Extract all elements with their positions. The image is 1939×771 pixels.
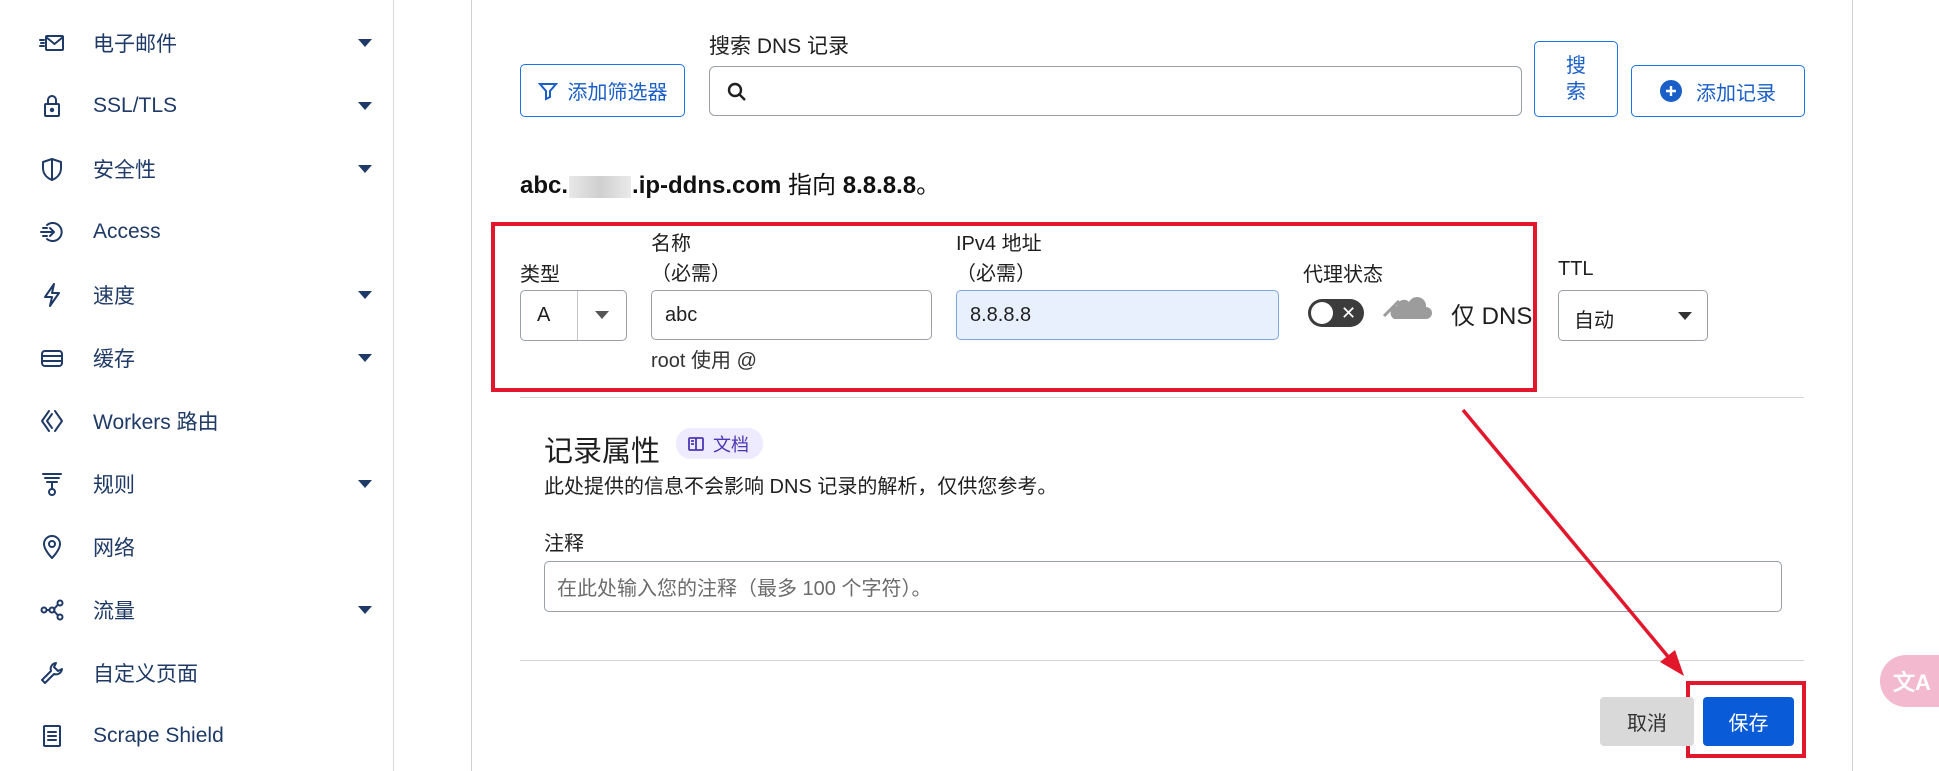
translate-icon: 文A [1893,670,1931,695]
shield-icon [36,153,68,185]
chevron-down-icon [358,39,372,47]
note-label: 注释 [544,533,584,555]
divider [520,397,1804,398]
sidebar-item-access[interactable]: Access [0,207,394,257]
ttl-label: TTL [1558,258,1594,280]
sidebar-item-label: 自定义页面 [93,663,198,686]
search-input[interactable] [709,66,1522,116]
divider [520,660,1804,661]
sidebar-item-traffic[interactable]: 流量 [0,585,394,635]
record-target: 8.8.8.8 [842,172,917,199]
sidebar-item-label: 速度 [93,285,135,308]
ttl-select[interactable]: 自动 [1558,290,1708,341]
chevron-down-icon [358,102,372,110]
lock-icon [36,90,68,122]
sidebar-item-label: Workers 路由 [93,411,219,434]
record-host-suffix: .ip-ddns.com [632,172,782,199]
record-summary: abc. .ip-ddns.com 指向 8.8.8.8。 [520,165,940,200]
add-record-label: 添加记录 [1696,82,1776,105]
chevron-down-icon [358,291,372,299]
end-punctuation: 。 [916,172,941,199]
redacted-block [569,175,632,198]
wrench-icon [36,657,68,689]
sidebar-item-scrape-shield[interactable]: Scrape Shield [0,711,394,761]
rules-funnel-icon [36,468,68,500]
sidebar-item-label: 规则 [93,474,135,497]
record-attributes-description: 此处提供的信息不会影响 DNS 记录的解析，仅供您参考。 [544,476,1058,498]
sidebar-item-security[interactable]: 安全性 [0,144,394,194]
lightning-icon [36,279,68,311]
chevron-down-icon [358,480,372,488]
sidebar-item-cache[interactable]: 缓存 [0,333,394,383]
sidebar-item-network[interactable]: 网络 [0,522,394,572]
translate-fab[interactable]: 文A [1880,655,1939,707]
sidebar-item-email[interactable]: 电子邮件 [0,18,394,68]
docs-link[interactable]: 文档 [676,428,763,459]
sidebar-item-ssl-tls[interactable]: SSL/TLS [0,81,394,131]
sidebar-item-label: 流量 [93,600,135,623]
note-input[interactable]: 在此处输入您的注释（最多 100 个字符）。 [544,561,1782,612]
record-host-prefix: abc. [520,172,569,199]
workers-icon [36,405,68,437]
access-icon [36,216,68,248]
cancel-button[interactable]: 取消 [1600,697,1694,746]
ttl-value: 自动 [1574,310,1614,332]
sidebar-item-label: 缓存 [93,348,135,371]
sidebar-item-label: 电子邮件 [93,33,177,56]
chevron-down-icon [1678,312,1692,320]
search-icon [727,82,746,101]
search-label: 搜索 DNS 记录 [709,35,850,58]
email-icon [36,27,68,59]
book-icon [688,436,704,451]
add-filter-button[interactable]: 添加筛选器 [520,64,685,117]
sidebar-item-label: SSL/TLS [93,94,178,117]
record-attributes-title: 记录属性 [544,436,661,468]
sidebar-item-rules[interactable]: 规则 [0,459,394,509]
chevron-down-icon [358,606,372,614]
sidebar-item-custom-pages[interactable]: 自定义页面 [0,648,394,698]
add-circle-icon [1660,80,1682,102]
sidebar-item-label: 网络 [93,537,135,560]
sidebar-item-workers-routes[interactable]: Workers 路由 [0,396,394,446]
traffic-icon [36,594,68,626]
add-filter-label: 添加筛选器 [567,82,668,104]
sidebar-item-label: 安全性 [93,159,156,182]
chevron-down-icon [358,165,372,173]
search-button[interactable]: 搜 索 [1534,41,1618,117]
docs-label: 文档 [713,434,749,455]
sidebar-item-label: Access [93,220,161,243]
sidebar: 电子邮件 SSL/TLS 安全性 Access 速度 缓存 Workers 路由… [0,0,394,771]
document-icon [36,720,68,752]
sidebar-item-speed[interactable]: 速度 [0,270,394,320]
cache-drive-icon [36,342,68,374]
annotation-highlight-form [491,222,1537,392]
sidebar-item-label: Scrape Shield [93,724,224,747]
save-button[interactable]: 保存 [1703,697,1794,746]
location-pin-icon [36,531,68,563]
add-record-button[interactable]: 添加记录 [1631,65,1805,117]
filter-icon [537,82,558,101]
chevron-down-icon [358,354,372,362]
points-to-text: 指向 [788,172,837,199]
